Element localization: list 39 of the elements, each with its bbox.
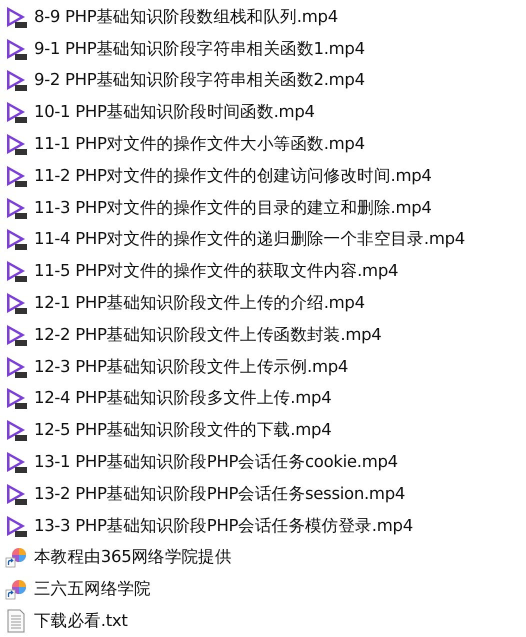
file-name[interactable]: 13-1 PHP基础知识阶段PHP会话任务cookie.mp4 bbox=[34, 451, 398, 474]
file-name[interactable]: 10-1 PHP基础知识阶段时间函数.mp4 bbox=[34, 101, 315, 124]
video-file-icon bbox=[4, 322, 28, 347]
file-name[interactable]: 下载必看.txt bbox=[34, 610, 128, 632]
file-name[interactable]: 12-2 PHP基础知识阶段文件上传函数封装.mp4 bbox=[34, 324, 382, 346]
video-file-icon bbox=[4, 68, 28, 92]
video-file-icon bbox=[4, 450, 28, 474]
file-name[interactable]: 11-4 PHP对文件的操作文件的递归删除一个非空目录.mp4 bbox=[34, 228, 465, 250]
video-file-icon bbox=[4, 259, 28, 284]
video-file-icon bbox=[4, 482, 28, 506]
video-file-icon bbox=[4, 132, 28, 156]
video-file-icon bbox=[4, 164, 28, 188]
file-name[interactable]: 9-1 PHP基础知识阶段字符串相关函数1.mp4 bbox=[34, 38, 365, 60]
file-name[interactable]: 13-3 PHP基础知识阶段PHP会话任务模仿登录.mp4 bbox=[34, 514, 413, 537]
video-file-icon bbox=[4, 291, 28, 316]
file-name[interactable]: 8-9 PHP基础知识阶段数组栈和队列.mp4 bbox=[34, 6, 338, 28]
file-name[interactable]: 13-2 PHP基础知识阶段PHP会话任务session.mp4 bbox=[34, 482, 406, 505]
file-name[interactable]: 9-2 PHP基础知识阶段字符串相关函数2.mp4 bbox=[34, 69, 365, 92]
file-name[interactable]: 12-5 PHP基础知识阶段文件的下载.mp4 bbox=[34, 419, 332, 442]
video-file-icon bbox=[4, 418, 28, 442]
file-name[interactable]: 11-1 PHP对文件的操作文件大小等函数.mp4 bbox=[34, 133, 365, 156]
video-file-icon bbox=[4, 4, 28, 29]
file-name[interactable]: 11-2 PHP对文件的操作文件的创建访问修改时间.mp4 bbox=[34, 164, 432, 187]
file-name[interactable]: 11-5 PHP对文件的操作文件的获取文件内容.mp4 bbox=[34, 260, 398, 282]
video-file-icon bbox=[4, 196, 28, 220]
file-name[interactable]: 12-4 PHP基础知识阶段多文件上传.mp4 bbox=[34, 387, 332, 410]
video-file-icon bbox=[4, 386, 28, 410]
video-file-icon bbox=[4, 514, 28, 538]
shortcut-icon bbox=[4, 545, 28, 570]
file-name[interactable]: 12-3 PHP基础知识阶段文件上传示例.mp4 bbox=[34, 356, 348, 378]
video-file-icon bbox=[4, 100, 28, 124]
file-name[interactable]: 12-1 PHP基础知识阶段文件上传的介绍.mp4 bbox=[34, 292, 365, 314]
shortcut-icon bbox=[4, 577, 28, 602]
video-file-icon bbox=[4, 354, 28, 379]
file-name[interactable]: 本教程由365网络学院提供 bbox=[34, 546, 232, 568]
file-name[interactable]: 11-3 PHP对文件的操作文件的目录的建立和删除.mp4 bbox=[34, 196, 432, 219]
video-file-icon bbox=[4, 227, 28, 252]
file-name[interactable]: 三六五网络学院 bbox=[34, 578, 151, 600]
video-file-icon bbox=[4, 36, 28, 61]
